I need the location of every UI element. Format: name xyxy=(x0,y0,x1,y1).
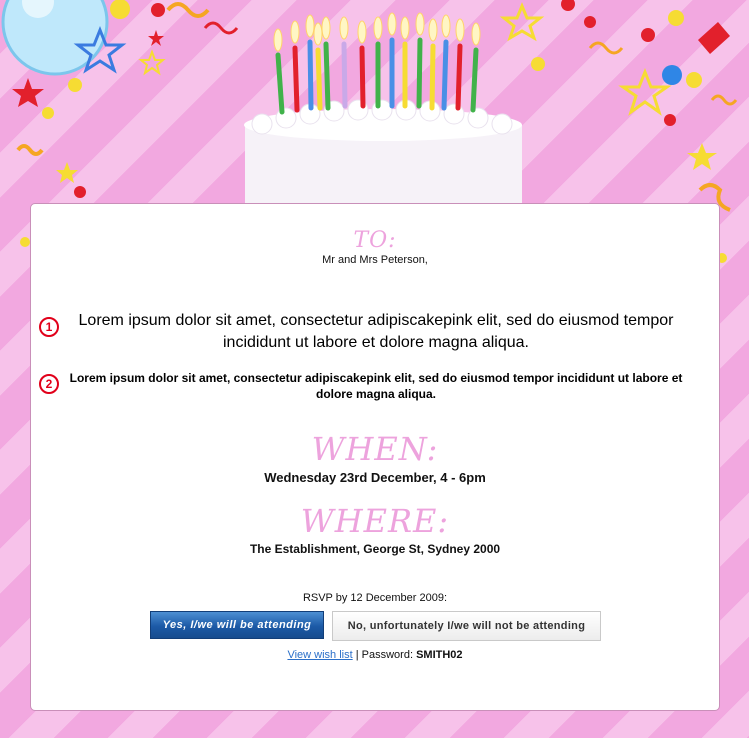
intro-paragraph-small: Lorem ipsum dolor sit amet, consectetur … xyxy=(69,371,683,401)
password-value: SMITH02 xyxy=(416,649,463,661)
intro-paragraph-large: Lorem ipsum dolor sit amet, consectetur … xyxy=(78,312,674,351)
star-icon xyxy=(56,162,78,183)
event-date-time: Wednesday 23rd December, 4 - 6pm xyxy=(264,470,486,485)
view-wish-list-link[interactable]: View wish list xyxy=(287,649,352,661)
star-icon xyxy=(138,49,166,76)
attending-yes-button[interactable]: Yes, I/we will be attending xyxy=(150,611,324,639)
star-icon xyxy=(618,67,672,116)
marker-badge-1: 1 xyxy=(39,317,59,337)
recipient-name: Mr and Mrs Peterson, xyxy=(322,254,428,266)
star-icon xyxy=(148,30,164,46)
star-icon xyxy=(12,78,44,107)
to-heading: TO: xyxy=(353,228,397,253)
when-heading: WHEN: xyxy=(311,430,439,468)
where-heading: WHERE: xyxy=(300,502,450,540)
confetti-icon xyxy=(698,22,730,54)
confetti-icon xyxy=(166,2,210,18)
attending-no-button[interactable]: No, unfortunately I/we will not be atten… xyxy=(332,611,601,641)
birthday-cake-icon xyxy=(244,12,522,203)
rsvp-deadline: RSVP by 12 December 2009: xyxy=(302,592,448,604)
confetti-icon xyxy=(203,21,239,35)
invitation-card: TO: Mr and Mrs Peterson, 1 Lorem ipsum d… xyxy=(30,203,720,711)
password-label: Password: xyxy=(361,649,417,661)
separator: | xyxy=(352,649,362,661)
wishlist-password-line: View wish list | Password: SMITH02 xyxy=(31,649,719,661)
balloon-icon xyxy=(1,0,109,76)
marker-badge-2: 2 xyxy=(39,374,59,394)
confetti-icon xyxy=(16,144,44,156)
confetti-icon xyxy=(710,94,738,106)
confetti-icon xyxy=(588,41,624,55)
star-icon xyxy=(499,2,545,42)
event-location: The Establishment, George St, Sydney 200… xyxy=(249,542,501,556)
star-icon xyxy=(687,143,717,170)
